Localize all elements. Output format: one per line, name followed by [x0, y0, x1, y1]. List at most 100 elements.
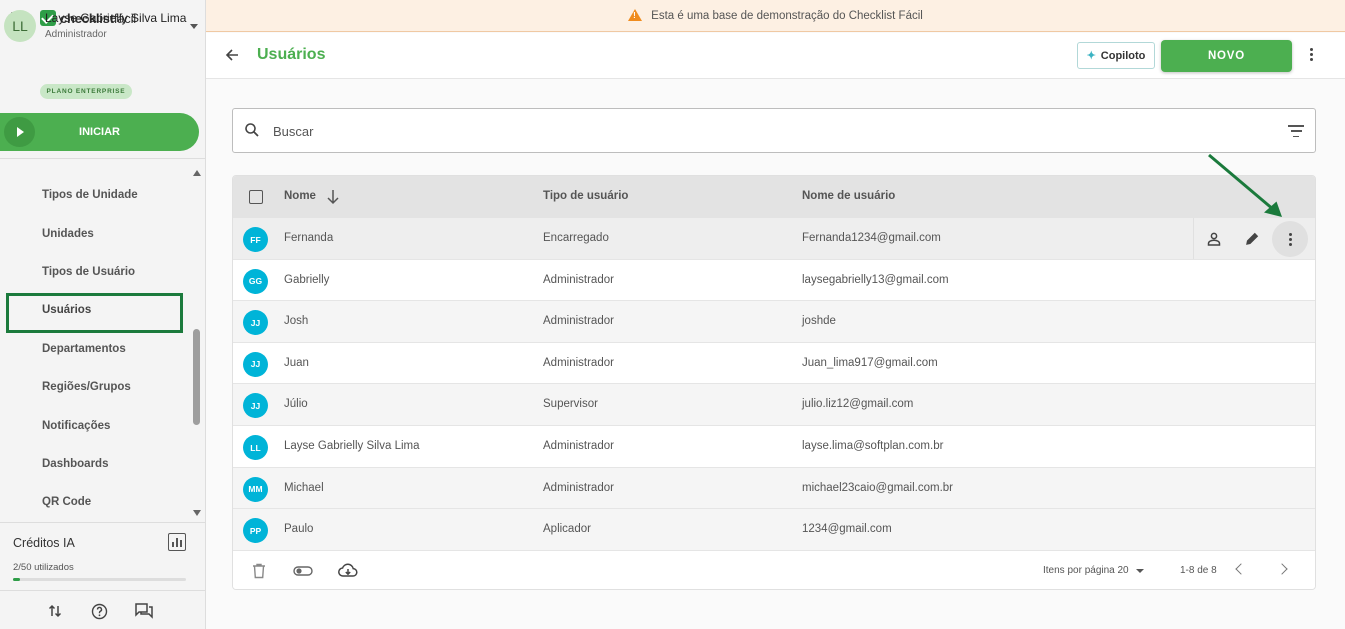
scroll-thumb[interactable]	[193, 329, 200, 425]
cell-name: Josh	[284, 315, 309, 328]
user-avatar: JJ	[243, 393, 268, 419]
sidebar-item-unidades[interactable]: Unidades	[0, 214, 190, 252]
bar-chart-icon[interactable]	[168, 533, 186, 551]
user-avatar: PP	[243, 518, 268, 544]
sidebar-footer	[0, 590, 205, 629]
user-name[interactable]: Layse Gabrielly Silva Lima	[45, 11, 186, 25]
sidebar-item-departamentos[interactable]: Departamentos	[0, 330, 190, 368]
column-header-username[interactable]: Nome de usuário	[802, 190, 895, 202]
sidebar-item-qr-code[interactable]: QR Code	[0, 483, 190, 521]
cell-username: joshde	[802, 315, 836, 328]
items-per-page-label: Itens por página 20	[1043, 565, 1129, 576]
table-row[interactable]: MM Michael Administrador michael23caio@g…	[233, 467, 1315, 510]
back-arrow-icon[interactable]	[224, 47, 240, 63]
sparkle-icon: ✦	[1086, 50, 1096, 62]
search-input[interactable]	[273, 119, 1253, 143]
user-avatar: FF	[243, 227, 268, 252]
cell-username: laysegabrielly13@gmail.com	[802, 273, 949, 286]
sidebar-item-notificacoes[interactable]: Notificações	[0, 406, 190, 444]
copilot-button[interactable]: ✦ Copiloto	[1077, 42, 1155, 69]
cell-username: layse.lima@softplan.com.br	[802, 440, 944, 452]
user-avatar: JJ	[243, 351, 268, 377]
table-footer: Itens por página 20 1-8 de 8	[233, 551, 1315, 589]
trash-icon[interactable]	[249, 562, 269, 580]
row-more-options-icon[interactable]	[1272, 221, 1308, 257]
demo-banner-text: Esta é uma base de demonstração do Check…	[651, 9, 923, 22]
cell-name: Michael	[284, 481, 324, 494]
sidebar: checklistfácil LL Layse Gabrielly Silva …	[0, 0, 206, 629]
column-header-name[interactable]: Nome	[284, 190, 316, 202]
cell-username: Fernanda1234@gmail.com	[802, 232, 941, 244]
filter-icon[interactable]	[1288, 125, 1304, 137]
sidebar-item-tipos-de-unidade[interactable]: Tipos de Unidade	[0, 176, 190, 214]
previous-page-icon[interactable]	[1235, 563, 1247, 575]
warning-icon	[628, 8, 643, 21]
scroll-up-icon[interactable]	[193, 170, 201, 176]
cell-username: julio.liz12@gmail.com	[802, 398, 914, 411]
page-title: Usuários	[257, 46, 326, 63]
sidebar-item-usuarios[interactable]: Usuários	[0, 291, 190, 329]
search-icon	[245, 123, 259, 137]
select-all-checkbox[interactable]	[249, 190, 263, 204]
user-avatar: GG	[243, 268, 268, 294]
cell-name: Paulo	[284, 523, 314, 536]
plan-badge: PLANO ENTERPRISE	[40, 84, 132, 99]
toggle-icon[interactable]	[293, 562, 313, 580]
start-button-label: INICIAR	[79, 126, 120, 138]
user-avatar: LL	[243, 435, 268, 460]
page-header: Usuários ✦ Copiloto NOVO	[206, 33, 1345, 79]
sidebar-scrollbar[interactable]	[191, 167, 203, 521]
chat-icon[interactable]	[134, 601, 154, 621]
cell-name: Layse Gabrielly Silva Lima	[284, 440, 420, 452]
items-per-page-value[interactable]: 20	[1118, 565, 1129, 576]
copilot-button-label: Copiloto	[1100, 49, 1146, 62]
table-row[interactable]: GG Gabrielly Administrador laysegabriell…	[233, 259, 1315, 302]
row-actions	[1193, 218, 1315, 259]
cell-username: 1234@gmail.com	[802, 523, 892, 536]
user-profile-icon[interactable]	[1201, 226, 1227, 252]
items-per-page-caret-icon[interactable]	[1136, 569, 1144, 573]
table-row[interactable]: FF Fernanda Encarregado Fernanda1234@gma…	[233, 218, 1315, 260]
cloud-download-icon[interactable]	[338, 562, 358, 580]
user-role: Administrador	[45, 29, 107, 40]
new-button[interactable]: NOVO	[1161, 40, 1292, 72]
table-row[interactable]: LL Layse Gabrielly Silva Lima Administra…	[233, 426, 1315, 468]
cell-user-type: Supervisor	[543, 398, 598, 411]
sidebar-item-dashboards[interactable]: Dashboards	[0, 445, 190, 483]
next-page-icon[interactable]	[1276, 563, 1288, 575]
cell-username: Juan_lima917@gmail.com	[802, 356, 938, 369]
scroll-down-icon[interactable]	[193, 510, 201, 516]
more-options-icon[interactable]	[1309, 48, 1313, 61]
start-button[interactable]: INICIAR	[0, 113, 199, 151]
user-avatar[interactable]: LL	[4, 10, 36, 42]
ai-credits: Créditos IA 2/50 utilizados	[0, 522, 205, 590]
cell-name: Juan	[284, 356, 309, 369]
sidebar-item-regioes-grupos[interactable]: Regiões/Grupos	[0, 368, 190, 406]
sort-arrow-down-icon[interactable]	[327, 189, 339, 205]
users-table: Nome Tipo de usuário Nome de usuário FF …	[232, 175, 1316, 590]
swap-icon[interactable]	[45, 601, 65, 621]
table-row[interactable]: JJ Josh Administrador joshde	[233, 301, 1315, 343]
ai-credits-progress	[13, 578, 186, 581]
ai-credits-title: Créditos IA	[13, 536, 75, 550]
cell-user-type: Administrador	[543, 440, 614, 452]
cell-user-type: Administrador	[543, 481, 614, 494]
sidebar-item-tipos-de-usuario[interactable]: Tipos de Usuário	[0, 253, 190, 291]
cell-username: michael23caio@gmail.com.br	[802, 481, 954, 494]
table-row[interactable]: JJ Júlio Supervisor julio.liz12@gmail.co…	[233, 384, 1315, 426]
cell-name: Júlio	[284, 398, 308, 411]
cell-user-type: Encarregado	[543, 232, 609, 244]
search-bar	[232, 108, 1316, 153]
table-row[interactable]: JJ Juan Administrador Juan_lima917@gmail…	[233, 342, 1315, 385]
help-icon[interactable]	[89, 601, 109, 621]
user-menu-caret-icon[interactable]	[190, 24, 198, 29]
table-row[interactable]: PP Paulo Aplicador 1234@gmail.com	[233, 509, 1315, 551]
cell-name: Fernanda	[284, 232, 334, 244]
user-avatar: JJ	[243, 310, 268, 336]
cell-user-type: Administrador	[543, 315, 614, 328]
sidebar-nav: Tipos de Unidade Unidades Tipos de Usuár…	[0, 176, 190, 522]
edit-pencil-icon[interactable]	[1239, 226, 1265, 252]
table-header: Nome Tipo de usuário Nome de usuário	[233, 176, 1315, 218]
column-header-user-type[interactable]: Tipo de usuário	[543, 190, 628, 202]
user-avatar: MM	[243, 476, 268, 502]
